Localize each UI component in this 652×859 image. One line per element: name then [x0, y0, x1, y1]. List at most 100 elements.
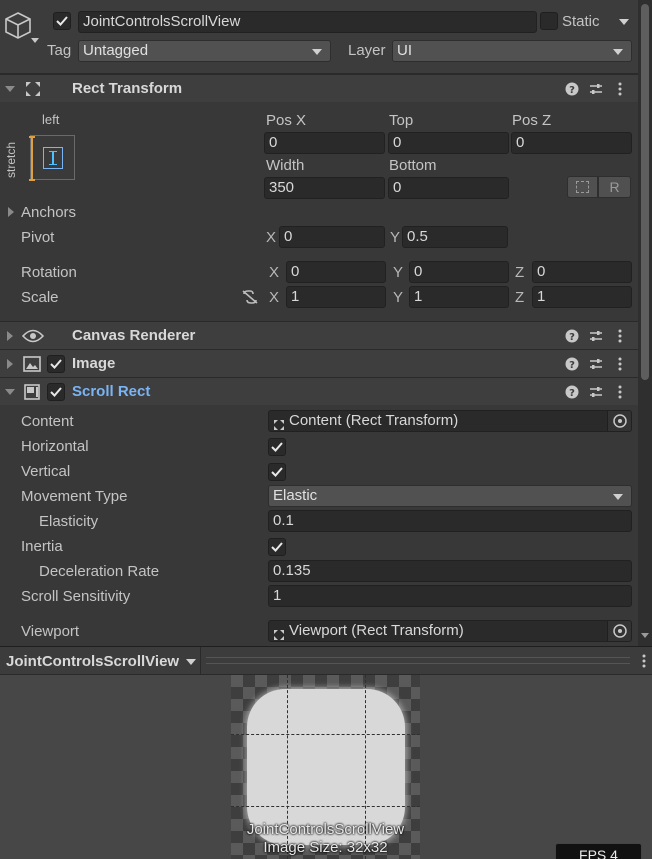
scroll-rect-header[interactable]: Scroll Rect ?: [0, 377, 638, 405]
help-icon[interactable]: ?: [564, 355, 580, 373]
presets-icon[interactable]: [588, 80, 604, 98]
object-picker-icon[interactable]: [607, 411, 631, 431]
object-name-field[interactable]: JointControlsScrollView: [78, 11, 537, 33]
elasticity-field[interactable]: 0.1: [268, 510, 632, 532]
rotation-z-field[interactable]: 0: [532, 261, 632, 283]
presets-icon[interactable]: [588, 355, 604, 373]
svg-text:?: ?: [569, 332, 575, 343]
kebab-menu-icon[interactable]: [612, 383, 628, 401]
deceleration-rate-field[interactable]: 0.135: [268, 560, 632, 582]
rect-transform-title: Rect Transform: [72, 80, 183, 97]
top-field[interactable]: 0: [388, 132, 509, 154]
rotation-y-label: Y: [393, 264, 404, 281]
scale-label: Scale: [21, 289, 59, 306]
pivot-label: Pivot: [21, 229, 55, 246]
content-object-field[interactable]: Content (Rect Transform): [268, 410, 632, 432]
tag-dropdown[interactable]: Untagged: [78, 40, 331, 62]
anchor-horizontal-label: left: [42, 112, 60, 127]
svg-text:?: ?: [569, 388, 575, 399]
slice-line-h1: [231, 734, 420, 735]
presets-icon[interactable]: [588, 327, 604, 345]
pos-x-field[interactable]: 0: [264, 132, 385, 154]
help-icon[interactable]: ?: [564, 383, 580, 401]
kebab-menu-icon[interactable]: [612, 355, 628, 373]
inertia-label: Inertia: [21, 538, 63, 555]
kebab-menu-icon[interactable]: [612, 327, 628, 345]
image-enabled-checkbox[interactable]: [47, 355, 65, 373]
anchor-presets-button[interactable]: [29, 135, 75, 181]
layer-dropdown[interactable]: UI: [392, 40, 632, 62]
pivot-y-field[interactable]: 0.5: [402, 226, 508, 248]
foldout-arrow[interactable]: [7, 331, 13, 341]
constrain-proportions-icon[interactable]: [241, 290, 259, 304]
canvas-renderer-header[interactable]: Canvas Renderer ?: [0, 321, 638, 349]
pivot-x-field[interactable]: 0: [279, 226, 385, 248]
scale-z-field[interactable]: 1: [532, 286, 632, 308]
scrollbar-thumb[interactable]: [641, 4, 649, 380]
bottom-field[interactable]: 0: [388, 177, 509, 199]
pos-x-label: Pos X: [266, 112, 307, 129]
pos-z-field[interactable]: 0: [511, 132, 632, 154]
image-header[interactable]: Image ?: [0, 349, 638, 377]
scale-x-field[interactable]: 1: [286, 286, 386, 308]
help-icon[interactable]: ?: [564, 80, 580, 98]
pivot-y-label: Y: [390, 229, 401, 246]
scale-y-label: Y: [393, 289, 404, 306]
horizontal-checkbox[interactable]: [268, 438, 286, 456]
anchors-label[interactable]: Anchors: [21, 203, 76, 223]
width-label: Width: [266, 157, 305, 174]
preview-kebab-menu-icon[interactable]: [641, 654, 647, 668]
icon-dropdown-caret[interactable]: [31, 38, 39, 43]
fps-badge: FPS 4: [555, 843, 642, 859]
deceleration-rate-label: Deceleration Rate: [39, 563, 160, 580]
gameobject-cube-icon[interactable]: [4, 10, 34, 42]
svg-text:?: ?: [569, 85, 575, 96]
anchors-foldout-arrow[interactable]: [8, 207, 14, 217]
preview-object-dropdown[interactable]: JointControlsScrollView: [0, 647, 201, 675]
rotation-y-field[interactable]: 0: [409, 261, 509, 283]
scale-z-label: Z: [515, 289, 525, 306]
foldout-arrow[interactable]: [5, 86, 15, 92]
preview-caption-size: Image Size: 32x32: [263, 839, 388, 856]
inspector-scrollbar[interactable]: [638, 0, 652, 646]
inertia-checkbox[interactable]: [268, 538, 286, 556]
preview-caption-name: JointControlsScrollView: [246, 821, 405, 838]
rect-transform-header[interactable]: Rect Transform ?: [0, 74, 638, 102]
elasticity-label: Elasticity: [39, 513, 99, 530]
kebab-menu-icon[interactable]: [612, 80, 628, 98]
static-dropdown-caret[interactable]: [619, 19, 629, 25]
rotation-x-field[interactable]: 0: [286, 261, 386, 283]
scroll-rect-enabled-checkbox[interactable]: [47, 383, 65, 401]
scroll-sensitivity-label: Scroll Sensitivity: [21, 588, 131, 605]
horizontal-label: Horizontal: [21, 438, 89, 455]
top-label: Top: [389, 112, 414, 129]
help-icon[interactable]: ?: [564, 327, 580, 345]
preview-dropdown-caret[interactable]: [186, 659, 196, 665]
raw-edit-button[interactable]: R: [598, 176, 631, 198]
blueprint-mode-button[interactable]: [567, 176, 598, 198]
scroll-rect-title: Scroll Rect: [72, 383, 151, 400]
scroll-sensitivity-field[interactable]: 1: [268, 585, 632, 607]
movement-type-dropdown[interactable]: Elastic: [268, 485, 632, 507]
viewport-object-field[interactable]: Viewport (Rect Transform): [268, 620, 632, 642]
scale-y-field[interactable]: 1: [409, 286, 509, 308]
vertical-checkbox[interactable]: [268, 463, 286, 481]
rect-transform-icon: [24, 80, 42, 98]
tag-label: Tag: [47, 42, 72, 59]
pivot-x-label: X: [266, 229, 277, 246]
preview-resize-handle[interactable]: [206, 657, 630, 664]
active-checkbox[interactable]: [53, 12, 71, 30]
object-picker-icon[interactable]: [607, 621, 631, 641]
preview-area: JointControlsScrollView Image Size: 32x3…: [0, 675, 652, 859]
static-checkbox[interactable]: [540, 12, 558, 30]
foldout-arrow[interactable]: [5, 389, 15, 395]
object-header: JointControlsScrollView Static Tag Untag…: [0, 0, 652, 74]
foldout-arrow[interactable]: [7, 359, 13, 369]
width-field[interactable]: 350: [264, 177, 385, 199]
scroll-down-arrow-icon[interactable]: [641, 633, 649, 638]
presets-icon[interactable]: [588, 383, 604, 401]
anchor-vertical-label: stretch: [4, 141, 18, 178]
pos-z-label: Pos Z: [512, 112, 552, 129]
slice-line-h2: [231, 806, 420, 807]
rotation-label: Rotation: [21, 264, 77, 281]
